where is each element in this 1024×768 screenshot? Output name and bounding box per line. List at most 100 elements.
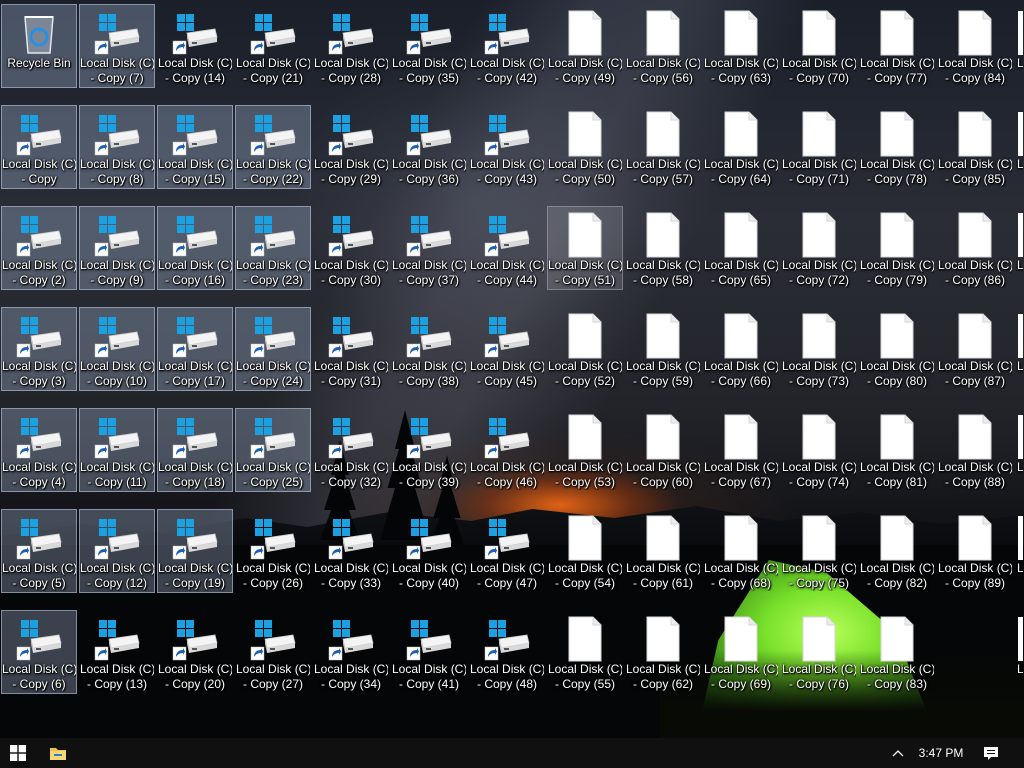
local-disk-shortcut[interactable]: Local Disk (C) - Copy (37) <box>391 206 467 290</box>
local-disk-shortcut[interactable]: Local Disk (C) - Copy (39) <box>391 408 467 492</box>
local-disk-shortcut[interactable]: Local Disk (C) - Copy (38) <box>391 307 467 391</box>
start-button[interactable] <box>0 738 36 768</box>
local-disk-copy-file[interactable]: Local Disk (C) - Copy (53) <box>547 408 623 492</box>
local-disk-copy-file[interactable]: Local Disk (C) - Copy (76) <box>781 610 857 694</box>
local-disk-shortcut[interactable]: Local Disk (C) - Copy (43) <box>469 105 545 189</box>
local-disk-copy-file[interactable]: Local Disk (C) - Copy (52) <box>547 307 623 391</box>
local-disk-copy-file[interactable]: Local Disk (C) - Copy (67) <box>703 408 779 492</box>
local-disk-shortcut[interactable]: Local Disk (C) - Copy (19) <box>157 509 233 593</box>
local-disk-shortcut[interactable]: Local Disk (C) - Copy (17) <box>157 307 233 391</box>
local-disk-shortcut[interactable]: Local Disk (C) - Copy <box>1 105 77 189</box>
local-disk-copy-file[interactable]: Local Disk (C) - Copy (55) <box>547 610 623 694</box>
local-disk-copy-file[interactable]: Local Disk (C) - Copy (72) <box>781 206 857 290</box>
local-disk-copy-file[interactable]: Local Disk (C) - Copy (82) <box>859 509 935 593</box>
local-disk-shortcut[interactable]: Local Disk (C) - Copy (21) <box>235 4 311 88</box>
local-disk-shortcut[interactable]: Local Disk (C) - Copy (3) <box>1 307 77 391</box>
partial-desktop-icon[interactable]: L <box>1015 610 1024 694</box>
local-disk-copy-file[interactable]: Local Disk (C) - Copy (75) <box>781 509 857 593</box>
local-disk-shortcut[interactable]: Local Disk (C) - Copy (35) <box>391 4 467 88</box>
local-disk-copy-file[interactable]: Local Disk (C) - Copy (70) <box>781 4 857 88</box>
taskbar-file-explorer-button[interactable] <box>40 738 76 768</box>
local-disk-copy-file[interactable]: Local Disk (C) - Copy (62) <box>625 610 701 694</box>
local-disk-copy-file[interactable]: Local Disk (C) - Copy (89) <box>937 509 1013 593</box>
local-disk-copy-file[interactable]: Local Disk (C) - Copy (56) <box>625 4 701 88</box>
local-disk-shortcut[interactable]: Local Disk (C) - Copy (26) <box>235 509 311 593</box>
local-disk-copy-file[interactable]: Local Disk (C) - Copy (66) <box>703 307 779 391</box>
local-disk-copy-file[interactable]: Local Disk (C) - Copy (84) <box>937 4 1013 88</box>
local-disk-copy-file[interactable]: Local Disk (C) - Copy (60) <box>625 408 701 492</box>
local-disk-copy-file[interactable]: Local Disk (C) - Copy (58) <box>625 206 701 290</box>
local-disk-shortcut[interactable]: Local Disk (C) - Copy (29) <box>313 105 389 189</box>
local-disk-copy-file[interactable]: Local Disk (C) - Copy (88) <box>937 408 1013 492</box>
local-disk-copy-file[interactable]: Local Disk (C) - Copy (69) <box>703 610 779 694</box>
local-disk-shortcut[interactable]: Local Disk (C) - Copy (4) <box>1 408 77 492</box>
local-disk-shortcut[interactable]: Local Disk (C) - Copy (18) <box>157 408 233 492</box>
local-disk-copy-file[interactable]: Local Disk (C) - Copy (80) <box>859 307 935 391</box>
partial-desktop-icon[interactable]: L <box>1015 408 1024 492</box>
local-disk-shortcut[interactable]: Local Disk (C) - Copy (15) <box>157 105 233 189</box>
local-disk-copy-file[interactable]: Local Disk (C) - Copy (61) <box>625 509 701 593</box>
local-disk-copy-file[interactable]: Local Disk (C) - Copy (64) <box>703 105 779 189</box>
partial-desktop-icon[interactable]: L <box>1015 206 1024 290</box>
local-disk-shortcut[interactable]: Local Disk (C) - Copy (6) <box>1 610 77 694</box>
local-disk-shortcut[interactable]: Local Disk (C) - Copy (30) <box>313 206 389 290</box>
local-disk-copy-file[interactable]: Local Disk (C) - Copy (50) <box>547 105 623 189</box>
local-disk-shortcut[interactable]: Local Disk (C) - Copy (32) <box>313 408 389 492</box>
local-disk-shortcut[interactable]: Local Disk (C) - Copy (12) <box>79 509 155 593</box>
local-disk-shortcut[interactable]: Local Disk (C) - Copy (7) <box>79 4 155 88</box>
local-disk-copy-file[interactable]: Local Disk (C) - Copy (51) <box>547 206 623 290</box>
local-disk-shortcut[interactable]: Local Disk (C) - Copy (40) <box>391 509 467 593</box>
local-disk-copy-file[interactable]: Local Disk (C) - Copy (81) <box>859 408 935 492</box>
local-disk-copy-file[interactable]: Local Disk (C) - Copy (83) <box>859 610 935 694</box>
local-disk-shortcut[interactable]: Local Disk (C) - Copy (5) <box>1 509 77 593</box>
local-disk-shortcut[interactable]: Local Disk (C) - Copy (10) <box>79 307 155 391</box>
local-disk-copy-file[interactable]: Local Disk (C) - Copy (68) <box>703 509 779 593</box>
local-disk-shortcut[interactable]: Local Disk (C) - Copy (42) <box>469 4 545 88</box>
local-disk-shortcut[interactable]: Local Disk (C) - Copy (11) <box>79 408 155 492</box>
show-hidden-icons-button[interactable] <box>884 738 912 768</box>
local-disk-copy-file[interactable]: Local Disk (C) - Copy (57) <box>625 105 701 189</box>
partial-desktop-icon[interactable]: L <box>1015 105 1024 189</box>
local-disk-copy-file[interactable]: Local Disk (C) - Copy (54) <box>547 509 623 593</box>
local-disk-copy-file[interactable]: Local Disk (C) - Copy (77) <box>859 4 935 88</box>
local-disk-copy-file[interactable]: Local Disk (C) - Copy (71) <box>781 105 857 189</box>
local-disk-shortcut[interactable]: Local Disk (C) - Copy (13) <box>79 610 155 694</box>
recycle-bin-desktop-icon[interactable]: Recycle Bin <box>1 4 77 88</box>
local-disk-shortcut[interactable]: Local Disk (C) - Copy (22) <box>235 105 311 189</box>
local-disk-copy-file[interactable]: Local Disk (C) - Copy (87) <box>937 307 1013 391</box>
local-disk-shortcut[interactable]: Local Disk (C) - Copy (31) <box>313 307 389 391</box>
local-disk-shortcut[interactable]: Local Disk (C) - Copy (14) <box>157 4 233 88</box>
local-disk-copy-file[interactable]: Local Disk (C) - Copy (49) <box>547 4 623 88</box>
local-disk-copy-file[interactable]: Local Disk (C) - Copy (85) <box>937 105 1013 189</box>
local-disk-shortcut[interactable]: Local Disk (C) - Copy (23) <box>235 206 311 290</box>
local-disk-shortcut[interactable]: Local Disk (C) - Copy (9) <box>79 206 155 290</box>
local-disk-shortcut[interactable]: Local Disk (C) - Copy (47) <box>469 509 545 593</box>
local-disk-shortcut[interactable]: Local Disk (C) - Copy (34) <box>313 610 389 694</box>
local-disk-shortcut[interactable]: Local Disk (C) - Copy (25) <box>235 408 311 492</box>
desktop[interactable]: Recycle Bin Local Disk (C) - Copy Local … <box>0 0 1024 738</box>
partial-desktop-icon[interactable]: L <box>1015 4 1024 88</box>
local-disk-shortcut[interactable]: Local Disk (C) - Copy (33) <box>313 509 389 593</box>
local-disk-shortcut[interactable]: Local Disk (C) - Copy (48) <box>469 610 545 694</box>
local-disk-copy-file[interactable]: Local Disk (C) - Copy (65) <box>703 206 779 290</box>
local-disk-copy-file[interactable]: Local Disk (C) - Copy (59) <box>625 307 701 391</box>
local-disk-copy-file[interactable]: Local Disk (C) - Copy (86) <box>937 206 1013 290</box>
local-disk-shortcut[interactable]: Local Disk (C) - Copy (28) <box>313 4 389 88</box>
local-disk-shortcut[interactable]: Local Disk (C) - Copy (45) <box>469 307 545 391</box>
local-disk-copy-file[interactable]: Local Disk (C) - Copy (74) <box>781 408 857 492</box>
local-disk-shortcut[interactable]: Local Disk (C) - Copy (44) <box>469 206 545 290</box>
local-disk-shortcut[interactable]: Local Disk (C) - Copy (2) <box>1 206 77 290</box>
local-disk-shortcut[interactable]: Local Disk (C) - Copy (27) <box>235 610 311 694</box>
local-disk-shortcut[interactable]: Local Disk (C) - Copy (46) <box>469 408 545 492</box>
local-disk-shortcut[interactable]: Local Disk (C) - Copy (24) <box>235 307 311 391</box>
local-disk-shortcut[interactable]: Local Disk (C) - Copy (41) <box>391 610 467 694</box>
local-disk-copy-file[interactable]: Local Disk (C) - Copy (78) <box>859 105 935 189</box>
local-disk-shortcut[interactable]: Local Disk (C) - Copy (20) <box>157 610 233 694</box>
action-center-button[interactable] <box>976 738 1006 768</box>
local-disk-copy-file[interactable]: Local Disk (C) - Copy (63) <box>703 4 779 88</box>
local-disk-copy-file[interactable]: Local Disk (C) - Copy (73) <box>781 307 857 391</box>
local-disk-shortcut[interactable]: Local Disk (C) - Copy (16) <box>157 206 233 290</box>
local-disk-shortcut[interactable]: Local Disk (C) - Copy (8) <box>79 105 155 189</box>
partial-desktop-icon[interactable]: L <box>1015 307 1024 391</box>
clock[interactable]: 3:47 PM <box>912 738 970 768</box>
